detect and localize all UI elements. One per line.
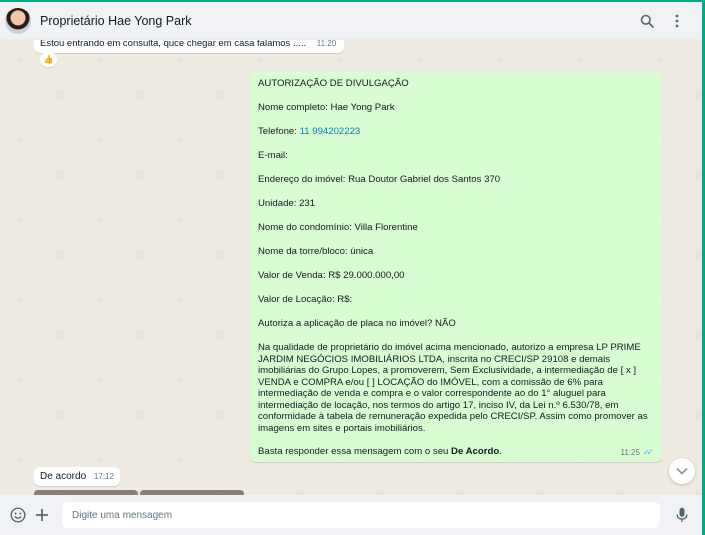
auth-phone-label: Telefone: bbox=[258, 126, 300, 137]
outgoing-message-authorization[interactable]: AUTORIZAÇÃO DE DIVULGAÇÃO Nome completo:… bbox=[250, 72, 662, 462]
chevron-down-icon bbox=[676, 467, 688, 475]
search-icon[interactable] bbox=[632, 6, 662, 36]
incoming-message-reply[interactable]: De acordo 17:12 bbox=[34, 467, 120, 486]
auth-rent-value: Valor de Locação: R$: bbox=[258, 294, 353, 305]
auth-tower: Nome da torre/bloco: única bbox=[258, 246, 374, 257]
avatar[interactable] bbox=[5, 7, 31, 34]
auth-condo: Nome do condomínio: Villa Florentine bbox=[258, 222, 418, 233]
closing-prefix: Basta responder essa mensagem com o seu bbox=[258, 446, 452, 457]
auth-closing: Basta responder essa mensagem com o seu … bbox=[258, 446, 654, 458]
compose-bar bbox=[0, 495, 702, 535]
scroll-down-button[interactable] bbox=[669, 458, 695, 484]
incoming-message[interactable]: Estou entrando em consulta, quce chegar … bbox=[34, 40, 345, 53]
message-meta: 11:25 ✓✓ bbox=[620, 447, 654, 459]
double-check-icon: ✓✓ bbox=[642, 446, 654, 457]
phone-link[interactable]: 11 994202223 bbox=[300, 126, 361, 137]
auth-phone: Telefone: 11 994202223 bbox=[258, 126, 654, 138]
auth-full-name: Nome completo: Hae Yong Park bbox=[258, 102, 395, 113]
thumbs-up-reaction-icon[interactable]: 👍 bbox=[40, 52, 57, 67]
auth-sign: Autoriza a aplicação de placa no imóvel?… bbox=[258, 318, 456, 329]
message-text: Estou entrando em consulta, quce chegar … bbox=[40, 40, 307, 49]
menu-icon[interactable] bbox=[662, 6, 692, 36]
microphone-icon[interactable] bbox=[670, 503, 694, 527]
message-time: 17:12 bbox=[93, 472, 114, 481]
closing-suffix: . bbox=[499, 446, 502, 457]
plus-icon[interactable] bbox=[30, 503, 54, 527]
emoji-icon[interactable] bbox=[6, 503, 30, 527]
chat-area[interactable]: Estou entrando em consulta, quce chegar … bbox=[0, 40, 702, 495]
message-input[interactable] bbox=[62, 502, 660, 528]
message-time: 11:25 bbox=[620, 447, 640, 457]
message-text: De acordo bbox=[40, 471, 87, 482]
auth-email: E-mail: bbox=[258, 150, 288, 161]
chat-header: Proprietário Hae Yong Park bbox=[0, 2, 702, 40]
closing-bold: De Acordo bbox=[451, 446, 500, 457]
message-time: 11:20 bbox=[316, 40, 337, 48]
auth-address: Endereço do imóvel: Rua Doutor Gabriel d… bbox=[258, 174, 501, 185]
auth-unit: Unidade: 231 bbox=[258, 198, 316, 209]
whatsapp-web-app: Proprietário Hae Yong Park Estou entrand… bbox=[0, 0, 705, 535]
auth-title: AUTORIZAÇÃO DE DIVULGAÇÃO bbox=[258, 78, 409, 89]
auth-sale-value: Valor de Venda: R$ 29.000.000,00 bbox=[258, 270, 405, 281]
contact-name[interactable]: Proprietário Hae Yong Park bbox=[40, 14, 632, 28]
auth-legal-text: Na qualidade de proprietário do imóvel a… bbox=[258, 342, 648, 434]
